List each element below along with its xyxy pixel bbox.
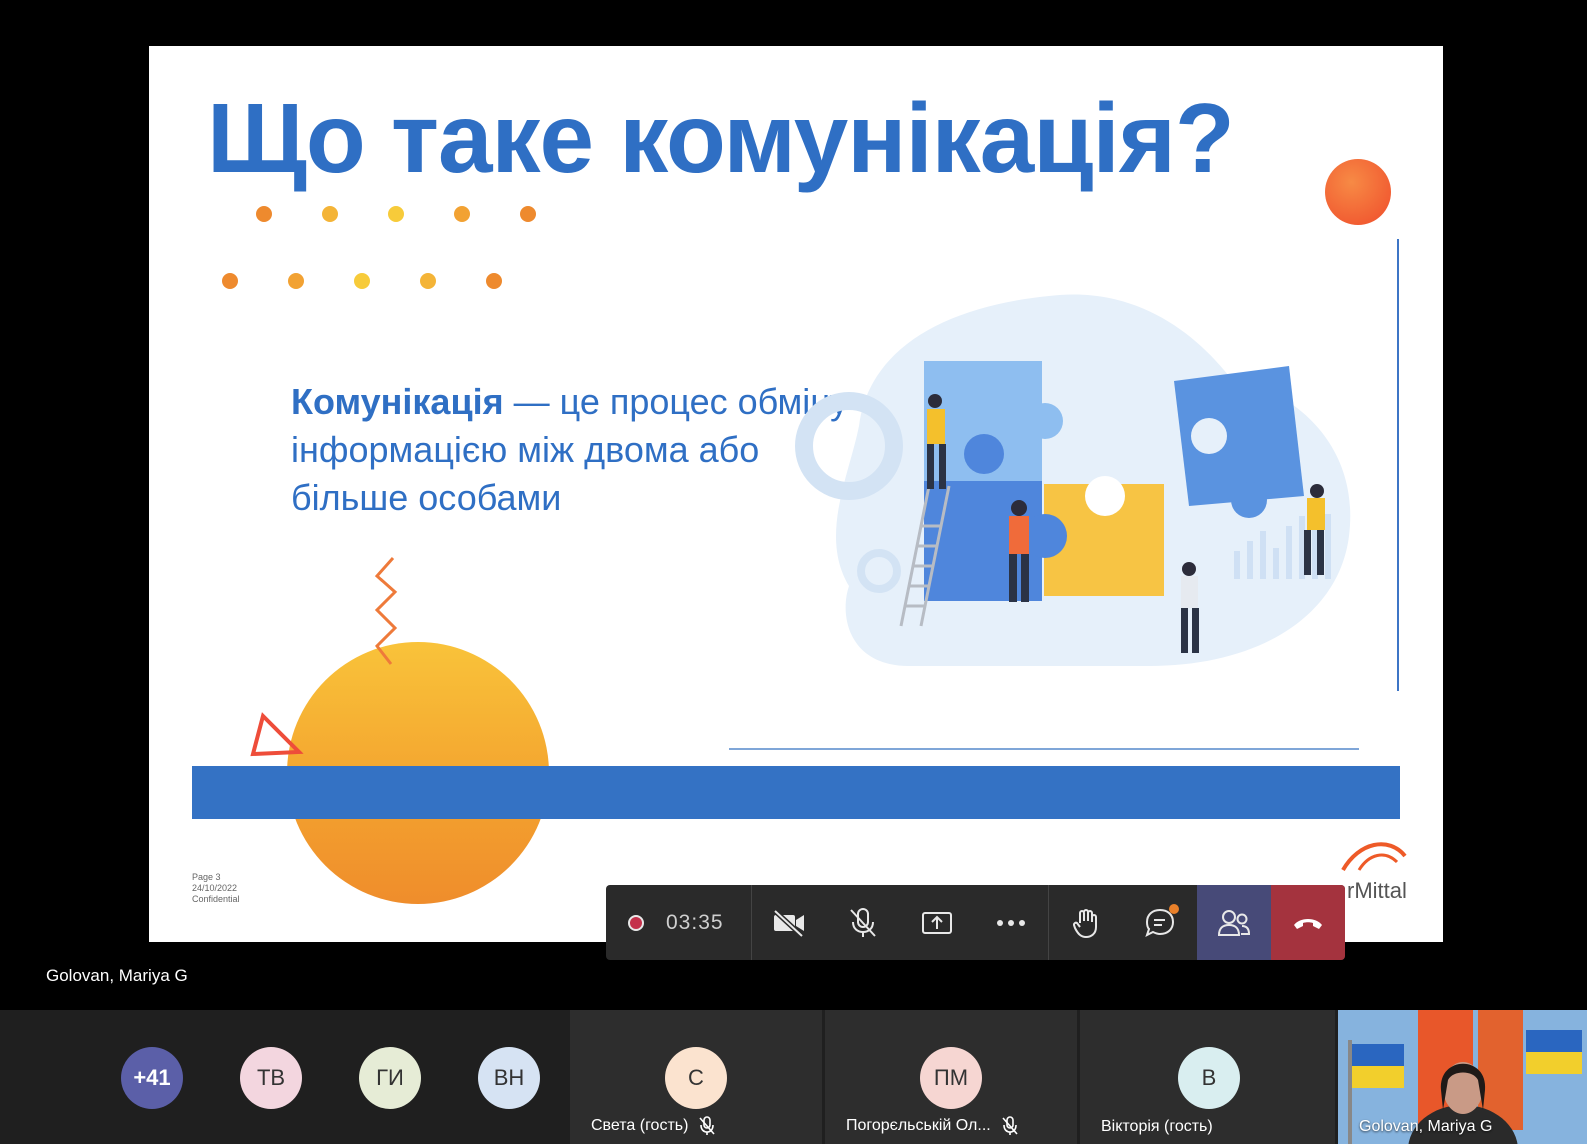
deco-dot xyxy=(520,206,536,222)
divider-vertical xyxy=(1397,239,1399,691)
participant-avatar: В xyxy=(1178,1047,1240,1109)
participant-name-label: Погорєльській Ол... xyxy=(846,1116,1019,1136)
participant-tile[interactable]: ПМ Погорєльській Ол... xyxy=(825,1010,1077,1144)
slide-blue-bar xyxy=(192,766,1400,819)
deco-dot xyxy=(322,206,338,222)
deco-dot xyxy=(486,273,502,289)
deco-dot xyxy=(388,206,404,222)
logo-text: rMittal xyxy=(1347,878,1407,903)
participant-name: Света (гость) xyxy=(591,1117,689,1134)
participant-avatar: ПМ xyxy=(920,1047,982,1109)
mic-toggle-button[interactable] xyxy=(826,885,900,960)
chat-notification-badge xyxy=(1169,904,1179,914)
leave-call-button[interactable] xyxy=(1271,885,1345,960)
participant-name: Погорєльській Ол... xyxy=(846,1117,991,1134)
definition-term: Комунікація xyxy=(291,381,504,422)
mic-off-icon xyxy=(1002,1116,1018,1135)
deco-dot xyxy=(222,273,238,289)
camera-off-icon xyxy=(773,908,804,937)
deco-dot xyxy=(256,206,272,222)
slide-footer: Page 3 24/10/2022 Confidential xyxy=(192,872,240,905)
mic-off-icon xyxy=(850,907,876,937)
deco-dot xyxy=(454,206,470,222)
zigzag-shape xyxy=(374,557,398,665)
raise-hand-button[interactable] xyxy=(1049,885,1123,960)
more-icon xyxy=(997,919,1025,926)
recording-indicator: 03:35 xyxy=(606,885,752,960)
participant-name-label: Света (гость) xyxy=(591,1116,716,1136)
puzzle-illustration xyxy=(795,294,1351,666)
call-toolbar: 03:35 xyxy=(606,885,1345,960)
participant-tile[interactable]: В Вікторія (гость) xyxy=(1080,1010,1335,1144)
deco-dot xyxy=(354,273,370,289)
participant-name-label: Вікторія (гость) xyxy=(1101,1118,1213,1136)
more-participants-button[interactable]: +41 xyxy=(121,1047,183,1109)
self-video-tile[interactable]: Golovan, Mariya G xyxy=(1338,1010,1587,1144)
share-screen-icon xyxy=(922,911,952,934)
divider-horizontal xyxy=(729,748,1359,750)
participant-avatar[interactable]: ТВ xyxy=(240,1047,302,1109)
self-video-name: Golovan, Mariya G xyxy=(1359,1118,1493,1135)
record-icon xyxy=(628,914,644,931)
shared-slide: Що таке комунікація? Комунікація — це пр… xyxy=(149,46,1443,942)
confidential-label: Confidential xyxy=(192,894,240,904)
definition-text: Комунікація — це процес обміну інформаці… xyxy=(291,378,851,522)
participant-name: Вікторія (гость) xyxy=(1101,1118,1213,1135)
raise-hand-icon xyxy=(1073,908,1097,938)
participants-strip: +41 ТВ ГИ ВН С Света (гость) ПМ Погорєль… xyxy=(0,1010,1587,1144)
slide-date: 24/10/2022 xyxy=(192,883,238,893)
participant-avatar[interactable]: ВН xyxy=(478,1047,540,1109)
deco-dot xyxy=(288,273,304,289)
mic-off-icon xyxy=(699,1116,716,1135)
participants-button[interactable] xyxy=(1197,885,1271,960)
overflow-participants: +41 ТВ ГИ ВН xyxy=(0,1010,570,1144)
page-number: Page 3 xyxy=(192,872,221,882)
participant-avatar[interactable]: ГИ xyxy=(359,1047,421,1109)
deco-dot xyxy=(420,273,436,289)
triangle-shape xyxy=(250,712,304,757)
orange-circle xyxy=(1325,159,1391,225)
presenter-name: Golovan, Mariya G xyxy=(46,966,188,985)
more-actions-button[interactable] xyxy=(974,885,1048,960)
camera-toggle-button[interactable] xyxy=(752,885,826,960)
chat-button[interactable] xyxy=(1123,885,1197,960)
participants-icon xyxy=(1217,909,1251,936)
participant-tile[interactable]: С Света (гость) xyxy=(570,1010,822,1144)
hang-up-icon xyxy=(1294,918,1322,929)
slide-title: Що таке комунікація? xyxy=(207,83,1235,193)
participant-avatar: С xyxy=(665,1047,727,1109)
call-timer: 03:35 xyxy=(666,910,724,934)
logo-swoosh-icon xyxy=(1341,842,1407,872)
share-screen-button[interactable] xyxy=(900,885,974,960)
